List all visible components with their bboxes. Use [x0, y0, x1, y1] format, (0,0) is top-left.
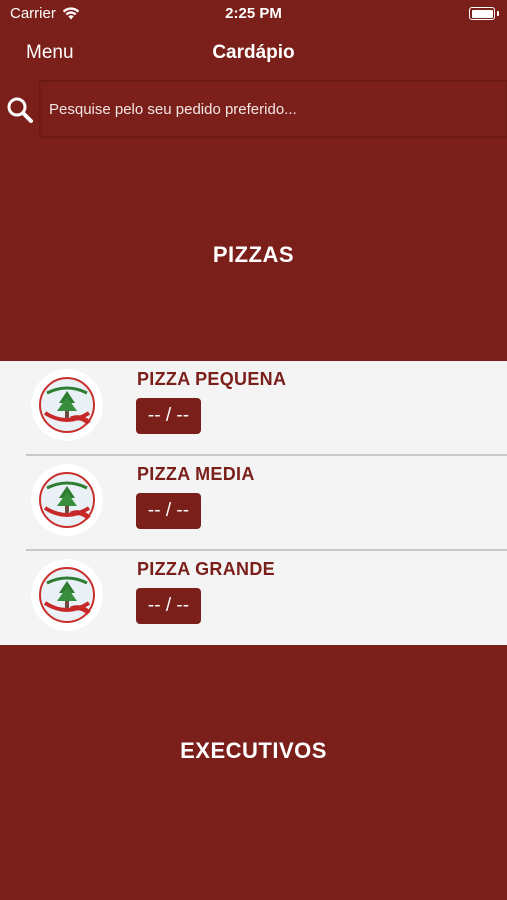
list-item[interactable]: PIZZA GRANDE -- / --: [0, 551, 507, 645]
battery-tip: [497, 11, 499, 16]
item-name: PIZZA MEDIA: [137, 464, 255, 484]
status-time: 2:25 PM: [225, 5, 282, 22]
item-price-badge: -- / --: [136, 588, 201, 624]
status-bar: Carrier 2:25 PM: [0, 0, 507, 28]
menu-button[interactable]: Menu: [26, 42, 74, 64]
pizza-list: PIZZA PEQUENA -- / -- PIZZA MEDIA -- / -…: [0, 361, 507, 645]
item-name: PIZZA GRANDE: [137, 559, 275, 579]
item-price-badge: -- / --: [136, 493, 201, 529]
search-icon[interactable]: [6, 96, 34, 124]
search-bar: [0, 80, 507, 140]
section-header-pizzas[interactable]: PIZZAS: [0, 242, 507, 268]
list-item[interactable]: PIZZA MEDIA -- / --: [0, 456, 507, 550]
search-input[interactable]: [39, 80, 507, 138]
list-item[interactable]: PIZZA PEQUENA -- / --: [0, 361, 507, 455]
section-header-executivos[interactable]: EXECUTIVOS: [0, 738, 507, 764]
battery-icon: [469, 7, 495, 20]
restaurant-logo-icon: [31, 559, 103, 631]
restaurant-logo-icon: [31, 464, 103, 536]
restaurant-logo-icon: [31, 369, 103, 441]
item-price-badge: -- / --: [136, 398, 201, 434]
nav-bar: Cardápio Menu: [0, 30, 507, 74]
page-title: Cardápio: [212, 42, 295, 63]
item-name: PIZZA PEQUENA: [137, 369, 287, 389]
